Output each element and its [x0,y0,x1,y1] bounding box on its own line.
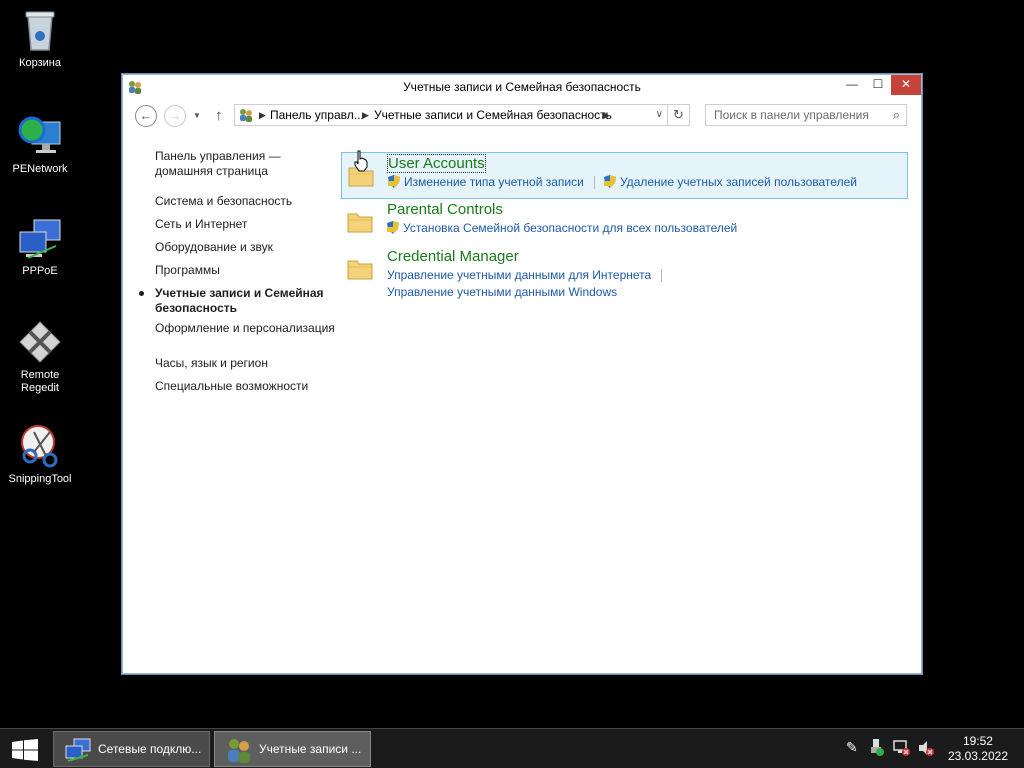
safely-remove-hardware-icon[interactable] [869,739,885,760]
link-separator [594,176,595,189]
refresh-button[interactable]: ↻ [667,105,689,125]
nav-ease-of-access[interactable]: Специальные возможности [155,379,335,394]
desktop-icon-label: PPPoE [22,265,58,277]
breadcrumb-separator-icon[interactable]: ▶ [603,105,610,125]
hand-cursor-icon [353,150,369,177]
taskbar-user-accounts[interactable]: Учетные записи ... [214,731,371,767]
nav-network-internet[interactable]: Сеть и Интернет [155,217,335,232]
link-manage-web-credentials[interactable]: Управление учетными данными для Интернет… [387,268,651,282]
regedit-icon [16,318,64,366]
windows-logo-icon [12,739,38,761]
link-text: Установка Семейной безопасности для всех… [403,221,738,235]
arrow-right-icon: → [168,108,182,123]
refresh-icon: ↻ [673,107,684,122]
desktop-icon-label: Корзина [19,57,61,69]
desktop-icon-penetwork[interactable]: PENetwork [0,112,80,176]
pen-icon[interactable]: ✎ [846,739,858,756]
breadcrumb-separator-icon[interactable]: ▶ [362,105,369,125]
folder-icon [347,258,373,280]
category-user-accounts[interactable]: User Accounts Изменение типа учетной зап… [341,152,908,199]
category-title-parental-controls[interactable]: Parental Controls [387,201,503,218]
uac-shield-icon [387,221,399,234]
volume-muted-icon[interactable] [917,739,935,760]
nav-clock-language-region[interactable]: Часы, язык и регион [155,356,335,371]
taskbar-button-label: Учетные записи ... [259,742,362,756]
taskbar-button-label: Сетевые подклю... [98,742,202,756]
current-bullet-icon [139,291,144,296]
desktop-icon-label: Remote Regedit [20,369,60,394]
address-bar[interactable]: ▶ Панель управл... ▶ Учетные записи и Се… [234,104,690,126]
scissors-icon [16,422,64,470]
nav-control-panel-home[interactable]: Панель управления — домашняя страница [155,149,335,179]
category-credential-manager: Credential Manager Управление учетными д… [341,246,908,306]
link-remove-user-accounts[interactable]: Удаление учетных записей пользователей [604,175,857,189]
desktop-icon-snipping-tool[interactable]: SnippingTool [0,422,80,486]
recycle-bin-icon [16,6,64,54]
nav-user-accounts-label: Учетные записи и Семейная безопасность [155,286,324,315]
close-button[interactable]: ✕ [891,75,921,95]
chevron-down-icon: ▼ [193,111,201,120]
network-globe-icon [16,112,64,160]
taskbar-network-connections[interactable]: Сетевые подклю... [53,731,210,767]
search-input[interactable]: Поиск в панели управления ⌕ [705,104,907,126]
folder-icon [347,211,373,233]
search-icon[interactable]: ⌕ [893,105,900,125]
desktop: Корзина PENetwork PPPoE Remote Regedit S… [0,0,1024,728]
arrow-up-icon: ↑ [215,107,223,124]
link-separator [661,269,662,282]
link-manage-windows-credentials[interactable]: Управление учетными данными Windows [387,285,617,299]
window-title: Учетные записи и Семейная безопасность [403,80,641,94]
maximize-button[interactable]: ☐ [865,75,891,95]
uac-shield-icon [388,175,400,188]
recent-locations-dropdown[interactable]: ▼ [193,111,201,120]
desktop-icon-pppoe[interactable]: PPPoE [0,214,80,278]
up-button[interactable]: ↑ [215,107,223,124]
system-clock[interactable]: 19:52 23.03.2022 [948,734,1008,764]
navigation-bar: ← → ▼ ↑ ▶ Панель управл... ▶ Учетные зап… [123,99,921,131]
category-parental-controls: Parental Controls Установка Семейной без… [341,199,908,246]
desktop-icon-remote-regedit[interactable]: Remote Regedit [0,318,80,395]
breadcrumb-separator-icon[interactable]: ▶ [259,105,266,125]
nav-programs[interactable]: Программы [155,263,335,278]
breadcrumb-control-panel[interactable]: Панель управл... [270,105,364,125]
start-button[interactable] [12,739,38,761]
users-icon [238,107,254,123]
taskbar: Сетевые подклю... Учетные записи ... ✎ 1… [0,728,1024,768]
title-bar[interactable]: Учетные записи и Семейная безопасность —… [123,75,921,99]
address-dropdown[interactable]: ∨ [656,105,663,125]
desktop-icon-label: PENetwork [12,163,68,175]
nav-appearance[interactable]: Оформление и персонализация [155,321,335,336]
forward-button[interactable]: → [164,105,186,127]
users-icon [225,736,253,764]
breadcrumb-user-accounts[interactable]: Учетные записи и Семейная безопасность [374,105,612,125]
network-computers-icon [64,736,92,764]
link-text: Удаление учетных записей пользователей [620,175,857,189]
category-title-credential-manager[interactable]: Credential Manager [387,248,519,265]
uac-shield-icon [604,175,616,188]
link-change-account-type[interactable]: Изменение типа учетной записи [388,175,584,189]
nav-user-accounts-current: Учетные записи и Семейная безопасность [139,286,335,316]
search-placeholder: Поиск в панели управления [714,108,869,122]
link-set-up-family-safety[interactable]: Установка Семейной безопасности для всех… [387,221,737,235]
desktop-icon-label: SnippingTool [8,473,72,485]
arrow-left-icon: ← [139,108,153,123]
desktop-icon-recycle-bin[interactable]: Корзина [0,6,80,70]
nav-system-security[interactable]: Система и безопасность [155,194,335,209]
category-title-user-accounts[interactable]: User Accounts [387,154,486,173]
link-text: Изменение типа учетной записи [404,175,584,189]
chevron-down-icon: ∨ [655,109,663,120]
minimize-button[interactable]: — [839,75,865,95]
clock-date: 23.03.2022 [947,749,1008,763]
back-button[interactable]: ← [135,105,157,127]
clock-time: 19:52 [962,734,993,748]
nav-hardware-sound[interactable]: Оборудование и звук [155,240,335,255]
network-computers-icon [16,214,64,262]
control-panel-window: Учетные записи и Семейная безопасность —… [122,74,922,674]
network-disconnected-icon[interactable] [893,739,911,760]
